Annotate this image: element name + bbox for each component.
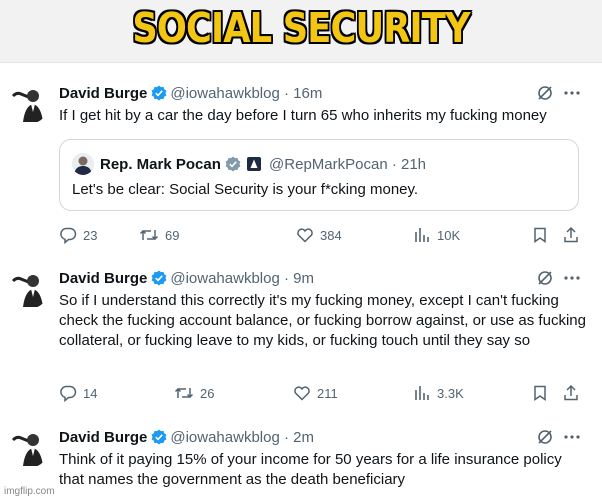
tweet-text: If I get hit by a car the day before I t… bbox=[59, 107, 547, 124]
tweet-actions: 23 69 384 10K bbox=[59, 226, 589, 246]
like-count: 211 bbox=[317, 385, 338, 401]
tweet-actions: 14 26 211 3.3K bbox=[59, 384, 589, 404]
timestamp[interactable]: · 16m bbox=[284, 85, 322, 102]
author-handle[interactable]: @iowahawkblog bbox=[170, 429, 279, 446]
repost-count: 69 bbox=[165, 227, 180, 243]
views-count: 3.3K bbox=[437, 385, 464, 401]
tweet-header: David Burge @iowahawkblog · 9m bbox=[59, 269, 314, 291]
reply-button[interactable]: 14 bbox=[59, 384, 97, 402]
bookmark-icon bbox=[534, 385, 546, 401]
verified-badge-icon bbox=[225, 156, 241, 177]
grok-icon[interactable] bbox=[536, 269, 554, 292]
reply-icon bbox=[60, 385, 77, 402]
reply-count: 23 bbox=[83, 227, 98, 243]
more-icon[interactable] bbox=[563, 84, 581, 107]
repost-button[interactable]: 69 bbox=[139, 226, 179, 244]
watermark: imgflip.com bbox=[4, 486, 55, 497]
author-name[interactable]: David Burge bbox=[59, 270, 147, 287]
views-count: 10K bbox=[437, 227, 461, 243]
author-name[interactable]: David Burge bbox=[59, 429, 147, 446]
quoted-tweet[interactable]: Rep. Mark Pocan @RepMarkPocan · 21h Let'… bbox=[59, 139, 579, 211]
repost-icon bbox=[174, 387, 194, 399]
quoted-timestamp[interactable]: · 21h bbox=[392, 156, 426, 173]
meme-banner: SOCIAL SECURITY bbox=[0, 0, 602, 63]
bookmark-button[interactable] bbox=[531, 384, 555, 402]
tweet-header: David Burge @iowahawkblog · 16m bbox=[59, 84, 322, 106]
quoted-text: Let's be clear: Social Security is your … bbox=[72, 181, 419, 198]
repost-icon bbox=[139, 229, 159, 241]
views-icon bbox=[415, 386, 429, 400]
tweet-header: David Burge @iowahawkblog · 2m bbox=[59, 428, 314, 450]
share-button[interactable] bbox=[562, 384, 586, 402]
more-icon[interactable] bbox=[563, 269, 581, 292]
share-button[interactable] bbox=[562, 226, 586, 244]
quoted-author-name[interactable]: Rep. Mark Pocan bbox=[100, 156, 221, 173]
author-handle[interactable]: @iowahawkblog bbox=[170, 270, 279, 287]
author-name[interactable]: David Burge bbox=[59, 85, 147, 102]
views-button[interactable]: 10K bbox=[413, 226, 460, 244]
gov-badge-icon bbox=[246, 156, 262, 177]
share-icon bbox=[564, 226, 578, 243]
like-icon bbox=[294, 386, 310, 401]
like-button[interactable]: 384 bbox=[296, 226, 342, 244]
verified-badge-icon bbox=[151, 270, 167, 291]
author-handle[interactable]: @iowahawkblog bbox=[170, 85, 279, 102]
avatar[interactable] bbox=[9, 269, 49, 309]
timestamp[interactable]: · 2m bbox=[284, 429, 314, 446]
grok-icon[interactable] bbox=[536, 84, 554, 107]
reply-button[interactable]: 23 bbox=[59, 226, 97, 244]
share-icon bbox=[564, 384, 578, 401]
avatar[interactable] bbox=[9, 84, 49, 124]
bookmark-button[interactable] bbox=[531, 226, 555, 244]
banner-title: SOCIAL SECURITY bbox=[132, 4, 470, 52]
like-count: 384 bbox=[320, 227, 342, 243]
grok-icon[interactable] bbox=[536, 428, 554, 451]
avatar[interactable] bbox=[9, 428, 49, 468]
views-button[interactable]: 3.3K bbox=[413, 384, 464, 402]
quoted-avatar[interactable] bbox=[72, 153, 94, 175]
repost-button[interactable]: 26 bbox=[174, 384, 214, 402]
like-button[interactable]: 211 bbox=[293, 384, 338, 402]
like-icon bbox=[297, 228, 313, 243]
verified-badge-icon bbox=[151, 85, 167, 106]
quoted-author-handle[interactable]: @RepMarkPocan bbox=[269, 156, 388, 173]
views-icon bbox=[415, 228, 429, 242]
tweet-text: Think of it paying 15% of your income fo… bbox=[59, 451, 562, 488]
reply-count: 14 bbox=[83, 385, 98, 401]
timestamp[interactable]: · 9m bbox=[284, 270, 314, 287]
more-icon[interactable] bbox=[563, 428, 581, 451]
tweet-text: So if I understand this correctly it's m… bbox=[59, 292, 586, 349]
repost-count: 26 bbox=[200, 385, 215, 401]
bookmark-icon bbox=[534, 227, 546, 243]
verified-badge-icon bbox=[151, 429, 167, 450]
reply-icon bbox=[60, 227, 77, 244]
quoted-header: Rep. Mark Pocan @RepMarkPocan · 21h bbox=[100, 155, 426, 177]
